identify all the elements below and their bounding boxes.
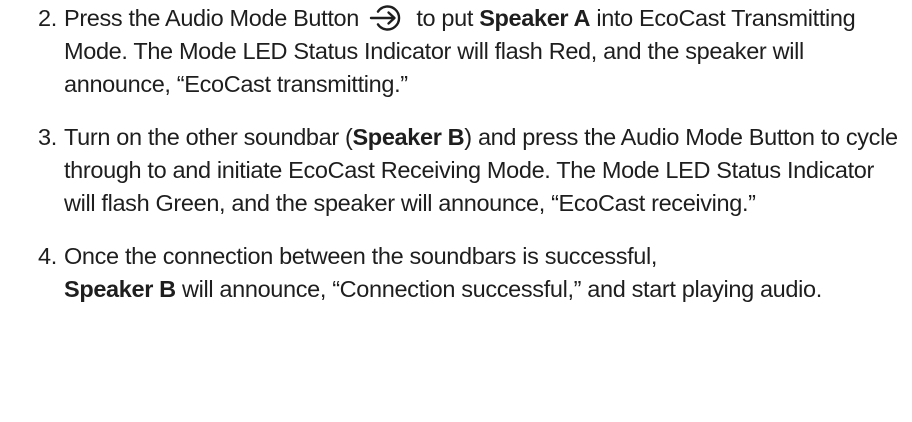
step-text-segment: will announce, “Connection successful,” … (182, 276, 822, 302)
instruction-steps: 2. Press the Audio Mode Button to put Sp… (38, 2, 904, 326)
speaker-b-label: Speaker B (352, 124, 465, 150)
step-2: 2. Press the Audio Mode Button to put Sp… (38, 2, 904, 101)
step-4: 4. Once the connection between the sound… (38, 240, 904, 306)
step-text-segment: Once the connection between the soundbar… (64, 243, 658, 269)
step-number: 3. (38, 124, 57, 150)
step-text-segment: Press the Audio Mode Button (64, 5, 359, 31)
step-3: 3. Turn on the other soundbar (Speaker B… (38, 121, 904, 220)
step-number: 2. (38, 5, 57, 31)
step-text-segment: Turn on the other soundbar ( (64, 124, 353, 150)
audio-mode-arrow-icon (369, 3, 407, 33)
step-text: Turn on the other soundbar (Speaker B) a… (64, 121, 904, 220)
step-text-segment: to put (416, 5, 474, 31)
step-text: Press the Audio Mode Button to put Speak… (64, 2, 904, 101)
step-text: Once the connection between the soundbar… (64, 240, 904, 306)
step-number: 4. (38, 243, 57, 269)
speaker-b-label: Speaker B (64, 276, 176, 302)
speaker-a-label: Speaker A (479, 5, 591, 31)
